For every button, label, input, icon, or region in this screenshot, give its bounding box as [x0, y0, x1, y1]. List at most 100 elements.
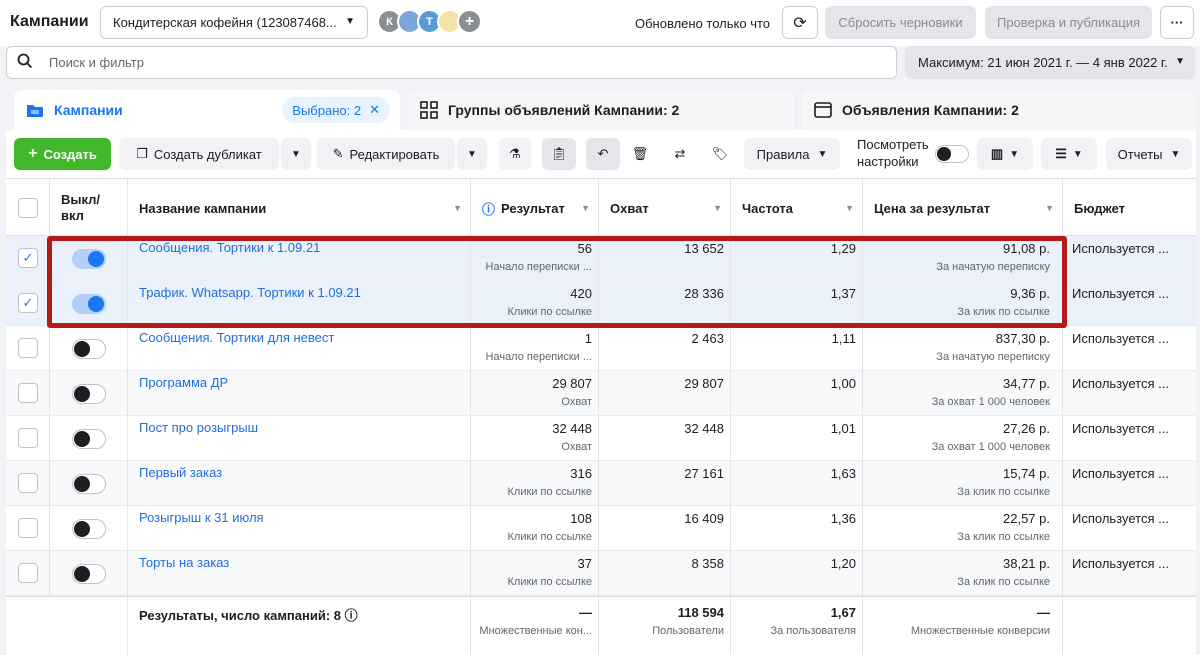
- view-settings-toggle[interactable]: [935, 145, 969, 163]
- table-row[interactable]: Сообщения. Тортики для невест 1 Начало п…: [6, 326, 1196, 371]
- rules-button[interactable]: Правила ▼: [744, 138, 840, 170]
- result-header[interactable]: ⓘ Результат ▼: [471, 179, 599, 237]
- frequency-header[interactable]: Частота ▼: [731, 179, 863, 237]
- ab-test-button[interactable]: ⚗: [499, 138, 531, 170]
- cost-value: 34,77 р.: [1003, 376, 1050, 391]
- sort-icon[interactable]: ▼: [713, 203, 722, 213]
- selected-count-pill[interactable]: Выбрано: 2 ✕: [282, 97, 390, 123]
- name-header[interactable]: Название кампании ▼: [128, 179, 471, 237]
- totals-label: Результаты, число кампаний: 8: [139, 608, 342, 623]
- campaign-toggle[interactable]: [72, 249, 106, 269]
- campaign-toggle[interactable]: [72, 564, 106, 584]
- export-button[interactable]: ⇄: [664, 138, 696, 170]
- account-select[interactable]: Кондитерская кофейня (123087468... ▼: [100, 6, 368, 39]
- campaign-name-link[interactable]: Первый заказ: [139, 465, 222, 480]
- totals-spacer: [6, 597, 128, 655]
- reports-label: Отчеты: [1117, 146, 1163, 162]
- campaign-toggle[interactable]: [72, 294, 106, 314]
- date-range-picker[interactable]: Максимум: 21 июн 2021 г. — 4 янв 2022 г.…: [905, 46, 1195, 79]
- row-checkbox[interactable]: ✓: [18, 248, 38, 268]
- duplicate-dropdown[interactable]: ▼: [281, 138, 311, 170]
- reset-drafts-button[interactable]: Сбросить черновики: [825, 6, 976, 39]
- info-icon[interactable]: ⓘ: [345, 608, 358, 623]
- table-row[interactable]: Пост про розыгрыш 32 448 Охват 32 448 1,…: [6, 416, 1196, 461]
- tab-campaigns[interactable]: Кампании Выбрано: 2 ✕: [14, 90, 400, 130]
- create-button[interactable]: + Создать: [14, 138, 111, 170]
- refresh-button[interactable]: ⟳: [782, 6, 818, 39]
- table-row[interactable]: ✓ Трафик. Whatsapp. Тортики к 1.09.21 42…: [6, 281, 1196, 326]
- select-all-checkbox[interactable]: [18, 198, 38, 218]
- review-publish-button[interactable]: Проверка и публикация: [985, 6, 1152, 39]
- campaign-name-link[interactable]: Сообщения. Тортики для невест: [139, 330, 334, 345]
- campaign-name-link[interactable]: Торты на заказ: [139, 555, 229, 570]
- undo-icon: ↶: [597, 146, 609, 161]
- frequency-cell: 1,36: [731, 506, 863, 551]
- campaign-name-link[interactable]: Трафик. Whatsapp. Тортики к 1.09.21: [139, 285, 361, 300]
- row-checkbox[interactable]: [18, 383, 38, 403]
- reports-button[interactable]: Отчеты ▼: [1106, 138, 1192, 170]
- campaign-toggle[interactable]: [72, 429, 106, 449]
- table-row[interactable]: Розыгрыш к 31 июля 108 Клики по ссылке 1…: [6, 506, 1196, 551]
- result-cell: 316 Клики по ссылке: [471, 461, 599, 506]
- cost-cell: 15,74 р. За клик по ссылке: [863, 461, 1063, 506]
- sort-icon[interactable]: ▼: [581, 203, 590, 213]
- table-row[interactable]: ✓ Сообщения. Тортики к 1.09.21 56 Начало…: [6, 236, 1196, 281]
- campaign-name-link[interactable]: Программа ДР: [139, 375, 228, 390]
- table-row[interactable]: Торты на заказ 37 Клики по ссылке 8 358 …: [6, 551, 1196, 596]
- reach-cell: 16 409: [599, 506, 731, 551]
- search-bar[interactable]: [6, 46, 897, 79]
- edit-dropdown[interactable]: ▼: [457, 138, 487, 170]
- table-row[interactable]: Первый заказ 316 Клики по ссылке 27 161 …: [6, 461, 1196, 506]
- columns-button[interactable]: ▥ ▼: [977, 138, 1033, 170]
- close-icon[interactable]: ✕: [369, 102, 380, 118]
- budget-header[interactable]: Бюджет: [1063, 179, 1196, 237]
- sort-icon[interactable]: ▼: [1045, 203, 1054, 213]
- campaign-toggle[interactable]: [72, 339, 106, 359]
- onoff-header[interactable]: Выкл/вкл: [50, 179, 128, 237]
- undo-button[interactable]: ↶: [586, 138, 620, 170]
- table-row[interactable]: Программа ДР 29 807 Охват 29 807 1,00 34…: [6, 371, 1196, 416]
- totals-reach-type: Пользователи: [652, 625, 724, 637]
- row-checkbox[interactable]: [18, 518, 38, 538]
- reach-value: 13 652: [684, 241, 724, 256]
- row-checkbox[interactable]: [18, 473, 38, 493]
- duplicate-label: Создать дубликат: [153, 146, 262, 162]
- sort-icon[interactable]: ▼: [845, 203, 854, 213]
- campaign-toggle[interactable]: [72, 519, 106, 539]
- row-checkbox[interactable]: [18, 338, 38, 358]
- collaborator-avatars[interactable]: К Т +: [377, 9, 482, 34]
- more-options-button[interactable]: ···: [1160, 6, 1194, 39]
- result-cell: 32 448 Охват: [471, 416, 599, 461]
- pencil-icon: ✎: [332, 146, 344, 161]
- info-icon[interactable]: ⓘ: [482, 199, 495, 218]
- duplicate-button[interactable]: ❐ Создать дубликат: [119, 138, 279, 170]
- campaign-name-link[interactable]: Розыгрыш к 31 июля: [139, 510, 264, 525]
- clipboard-button[interactable]: 📋︎: [542, 138, 576, 170]
- tab-adsets[interactable]: Группы объявлений Кампании: 2: [408, 90, 794, 130]
- reach-value: 16 409: [684, 511, 724, 526]
- campaign-toggle[interactable]: [72, 384, 106, 404]
- reach-cell: 29 807: [599, 371, 731, 416]
- edit-button[interactable]: ✎ Редактировать: [317, 138, 455, 170]
- row-checkbox[interactable]: ✓: [18, 293, 38, 313]
- tab-ads[interactable]: Объявления Кампании: 2: [802, 90, 1196, 130]
- row-checkbox[interactable]: [18, 428, 38, 448]
- cost-cell: 91,08 р. За начатую переписку: [863, 236, 1063, 281]
- breakdown-button[interactable]: ☰ ▼: [1041, 138, 1097, 170]
- campaign-name-link[interactable]: Пост про розыгрыш: [139, 420, 258, 435]
- name-cell: Сообщения. Тортики к 1.09.21: [128, 236, 471, 281]
- sort-icon[interactable]: ▼: [453, 203, 462, 213]
- row-checkbox[interactable]: [18, 563, 38, 583]
- delete-button[interactable]: 🗑︎: [624, 138, 656, 170]
- toggle-cell: [50, 461, 128, 506]
- cost-value: 22,57 р.: [1003, 511, 1050, 526]
- cost-header[interactable]: Цена за результат ▼: [863, 179, 1063, 237]
- campaign-toggle[interactable]: [72, 474, 106, 494]
- tag-button[interactable]: 🏷︎: [704, 138, 736, 170]
- campaign-name-link[interactable]: Сообщения. Тортики к 1.09.21: [139, 240, 320, 255]
- search-input[interactable]: [49, 55, 849, 70]
- result-cell: 37 Клики по ссылке: [471, 551, 599, 596]
- reach-header[interactable]: Охват ▼: [599, 179, 731, 237]
- add-collaborator-icon[interactable]: +: [457, 9, 482, 34]
- totals-reach: 118 594: [677, 605, 724, 620]
